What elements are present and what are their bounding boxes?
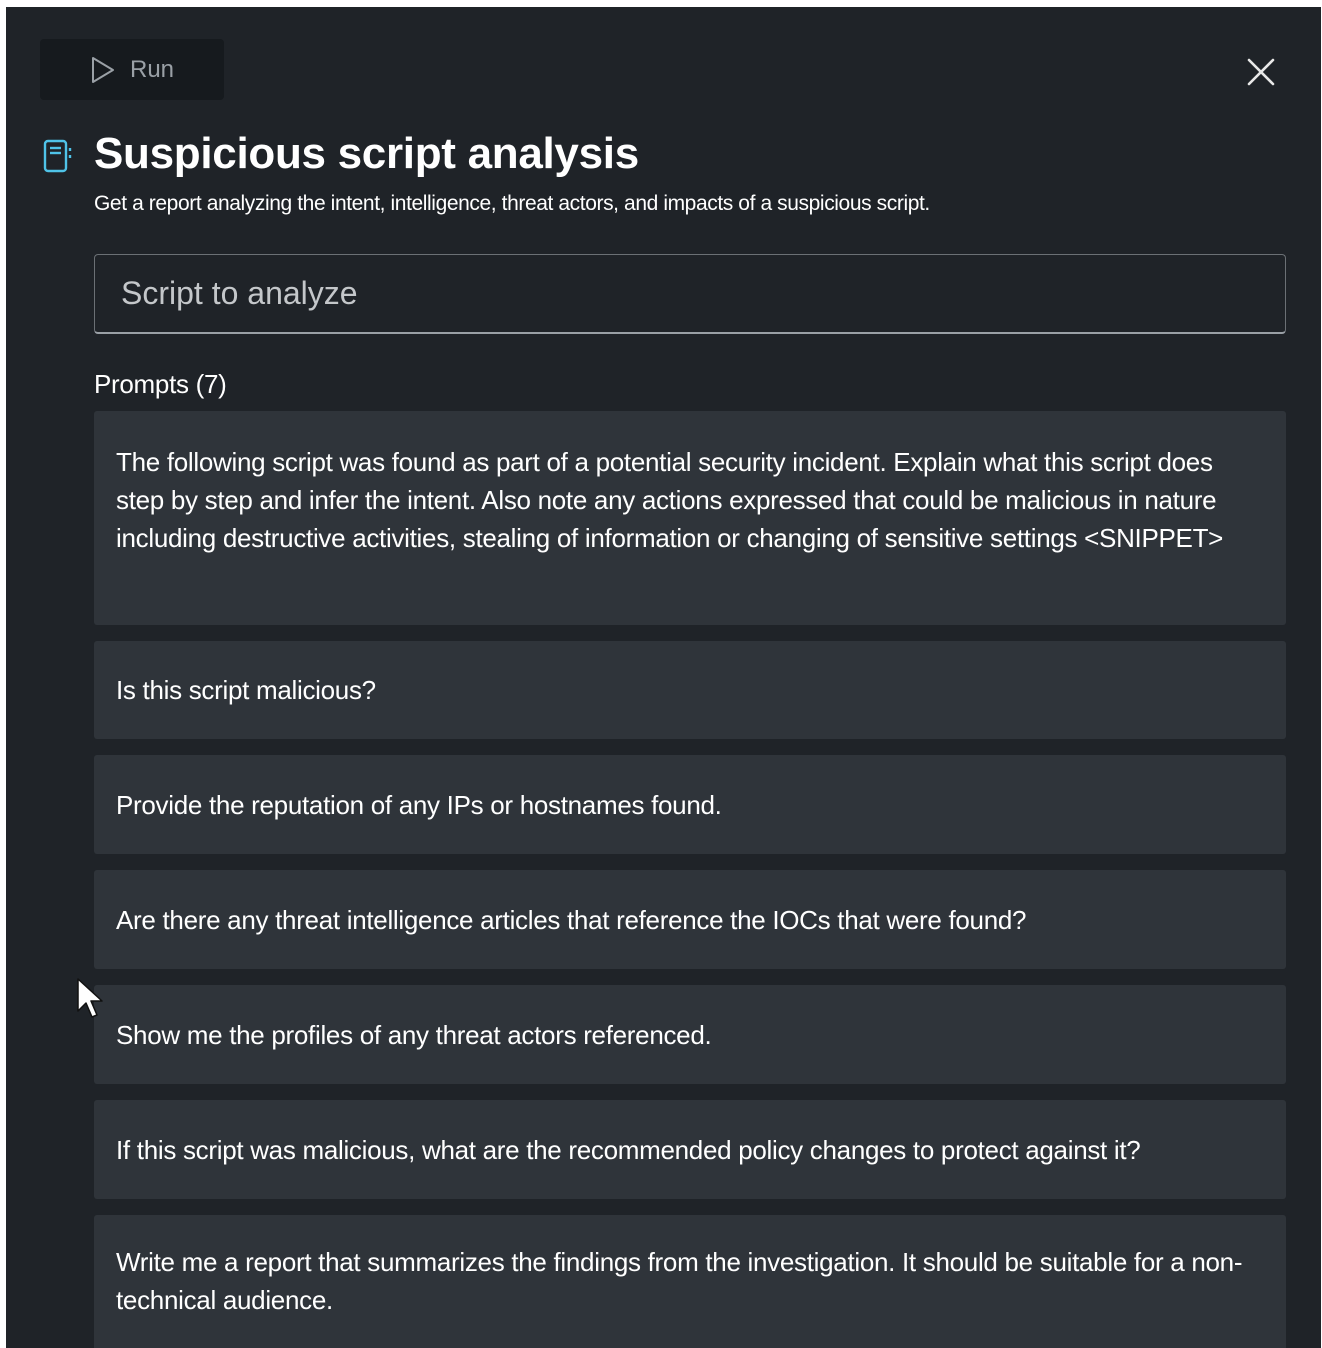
mouse-cursor-icon: [77, 978, 103, 1018]
prompt-text: The following script was found as part o…: [116, 447, 1224, 553]
prompt-card-6[interactable]: If this script was malicious, what are t…: [94, 1100, 1286, 1199]
promptbook-panel: Run Suspicious script analysis Get a rep…: [6, 7, 1321, 1348]
run-button-label: Run: [130, 55, 175, 83]
prompt-text: If this script was malicious, what are t…: [116, 1134, 1141, 1165]
prompt-card-3[interactable]: Provide the reputation of any IPs or hos…: [94, 755, 1286, 854]
prompt-text: Show me the profiles of any threat actor…: [116, 1019, 712, 1050]
close-icon[interactable]: [1244, 55, 1278, 89]
prompt-card-2[interactable]: Is this script malicious?: [94, 641, 1286, 739]
page-subtitle: Get a report analyzing the intent, intel…: [94, 192, 930, 215]
prompt-card-7[interactable]: Write me a report that summarizes the fi…: [94, 1215, 1286, 1348]
prompt-text: Write me a report that summarizes the fi…: [116, 1247, 1243, 1315]
page-title: Suspicious script analysis: [94, 129, 639, 178]
prompt-text: Is this script malicious?: [116, 675, 376, 705]
notebook-icon: [43, 139, 72, 173]
prompt-card-5[interactable]: Show me the profiles of any threat actor…: [94, 985, 1286, 1084]
prompt-text: Provide the reputation of any IPs or hos…: [116, 789, 722, 820]
prompts-heading: Prompts (7): [94, 369, 227, 399]
prompt-text: Are there any threat intelligence articl…: [116, 904, 1027, 935]
play-icon: [92, 56, 114, 83]
script-input[interactable]: [94, 254, 1286, 334]
prompt-card-4[interactable]: Are there any threat intelligence articl…: [94, 870, 1286, 969]
prompt-card-1[interactable]: The following script was found as part o…: [94, 411, 1286, 625]
run-button[interactable]: Run: [40, 39, 224, 100]
